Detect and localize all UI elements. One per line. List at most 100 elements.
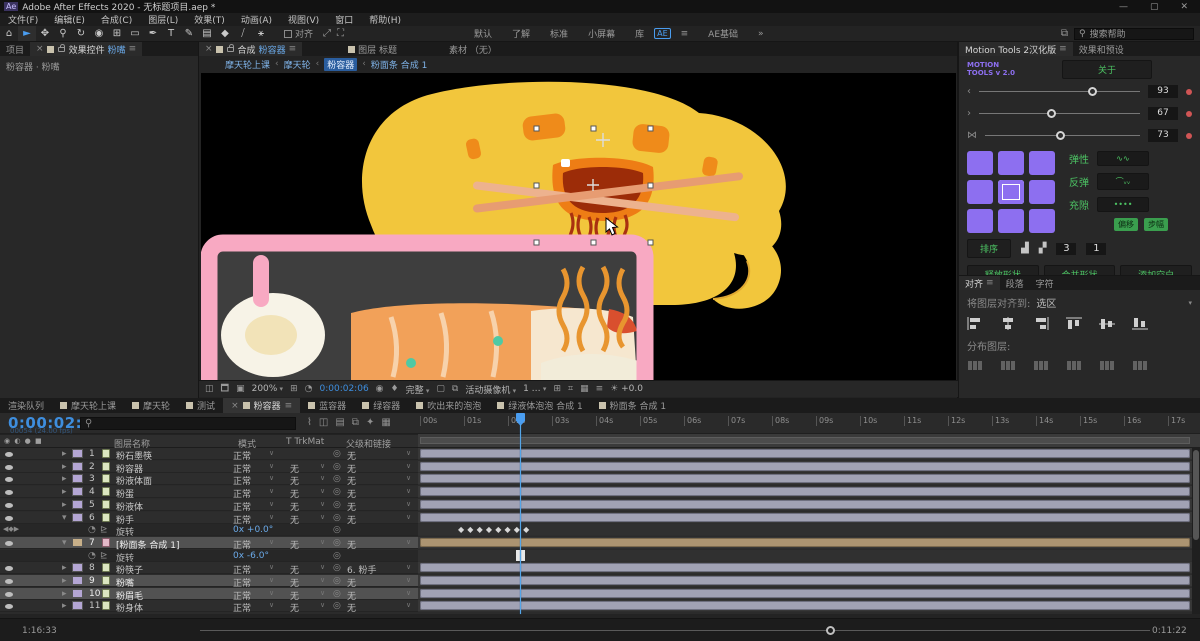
graph-row[interactable] [418, 600, 1200, 612]
playhead-line[interactable] [520, 424, 521, 614]
align-bottom-icon[interactable] [1132, 317, 1148, 330]
parent-dropdown[interactable]: 无 [347, 601, 356, 614]
pen-tool[interactable]: ✒ [144, 26, 162, 41]
graph-row[interactable] [418, 512, 1200, 524]
align-to-select[interactable]: 选区 ▾ [1036, 295, 1192, 310]
property-value[interactable]: 0x -6.0° [233, 551, 269, 561]
eye-icon[interactable] [5, 592, 13, 597]
layer-row-7[interactable]: ▾7[粉面条 合成 1]正常∨无∨◎无∨ [0, 537, 418, 549]
keyframe-nav[interactable]: ◀◆▶ [3, 525, 19, 533]
twirl-icon[interactable]: ▸ [62, 500, 67, 510]
timeline-tab-绿容器[interactable]: 绿容器 [354, 398, 408, 413]
tab-字符[interactable]: 字符 [1030, 276, 1060, 290]
pickwhip-icon[interactable]: ◎ [333, 538, 341, 548]
layer-row-4[interactable]: ▸4粉蛋正常∨无∨◎无∨ [0, 486, 418, 498]
timeline-toggle-icon-3[interactable]: ⧉ [352, 417, 359, 428]
graph-icon[interactable]: ⊵ [100, 551, 108, 561]
timeline-tab-粉面条 合成 1[interactable]: 粉面条 合成 1 [591, 398, 674, 413]
distribute-left-icon[interactable] [967, 359, 983, 372]
stride-button[interactable]: 步幅 [1144, 218, 1168, 231]
breadcrumb-摩天轮[interactable]: 摩天轮 [284, 58, 311, 71]
graph-row[interactable] [418, 575, 1200, 587]
workspace-tab-标准[interactable]: 标准 [540, 27, 578, 40]
twirl-icon[interactable]: ▸ [62, 449, 67, 459]
twirl-icon[interactable]: ▸ [62, 487, 67, 497]
slider-knob-2[interactable] [1056, 131, 1065, 140]
exposure-value[interactable]: ☀ +0.0 [610, 384, 643, 394]
breadcrumb-粉面条 合成 1[interactable]: 粉面条 合成 1 [371, 58, 427, 71]
pickwhip-icon[interactable]: ◎ [333, 563, 341, 573]
workspace-overflow[interactable]: » [748, 29, 774, 39]
workspace-tab-了解[interactable]: 了解 [502, 27, 540, 40]
ruler-icon[interactable]: ♦ [391, 384, 399, 394]
text-tool[interactable]: T [162, 26, 180, 41]
graph-row[interactable] [418, 588, 1200, 600]
snapshot-icon[interactable]: ◫ [205, 384, 214, 394]
align-hcenter-icon[interactable] [1000, 317, 1016, 330]
pickwhip-icon[interactable]: ◎ [333, 474, 341, 484]
duration-bar[interactable] [420, 487, 1190, 496]
about-button[interactable]: 关于 [1062, 60, 1152, 79]
stopwatch-icon[interactable]: ◔ [88, 551, 96, 561]
flowchart-icon[interactable]: ≡ [596, 384, 604, 394]
slider-track-2[interactable] [985, 135, 1140, 136]
eye-icon[interactable] [5, 579, 13, 584]
roto-brush-tool[interactable]: ⧸ [234, 26, 252, 41]
tab-project[interactable]: 项目 [0, 42, 30, 56]
breadcrumb-粉容器[interactable]: 粉容器 [324, 58, 357, 71]
pan-behind-tool[interactable]: ⊞ [108, 26, 126, 41]
label-color-swatch[interactable] [72, 500, 83, 509]
menu-视图(V)[interactable]: 视图(V) [280, 13, 327, 26]
align-top-icon[interactable] [1066, 317, 1082, 330]
timeline-tab-摩天轮上课[interactable]: 摩天轮上课 [52, 398, 124, 413]
panel-menu-icon[interactable]: ≡ [986, 278, 994, 288]
slider-value-2[interactable]: 73 [1148, 129, 1178, 142]
eye-icon[interactable] [5, 465, 13, 470]
duration-bar[interactable] [420, 576, 1190, 585]
anchor-cell-3[interactable] [967, 180, 993, 204]
duration-bar[interactable] [420, 500, 1190, 509]
shape-tool[interactable]: ▭ [126, 26, 144, 41]
layer-row-11[interactable]: ▸11粉身体正常∨无∨◎无∨ [0, 600, 418, 612]
gap-dots-icon[interactable]: •••• [1097, 197, 1149, 212]
time-ruler[interactable]: 00s01s02s03s04s05s06s07s08s09s10s11s12s1… [418, 413, 1200, 434]
graph-row[interactable] [418, 537, 1200, 549]
slider-track-0[interactable] [979, 91, 1140, 92]
anchor-cell-2[interactable] [1029, 151, 1055, 175]
keyframe-icon[interactable]: ◆ [495, 525, 501, 534]
distribute-hcenter-icon[interactable] [1000, 359, 1016, 372]
timeline-tab-渲染队列[interactable]: 渲染队列 [0, 398, 52, 413]
tab-对齐[interactable]: 对齐 ≡ [959, 276, 1000, 290]
camera-icon[interactable]: ◉ [376, 384, 384, 394]
panel-menu-icon[interactable]: ≡ [129, 44, 137, 54]
anchor-cell-1[interactable] [998, 151, 1024, 175]
help-search[interactable]: ⚲ 搜索帮助 [1074, 28, 1194, 40]
layer-row-1[interactable]: ▸1粉石墨筷正常∨◎无∨ [0, 448, 418, 460]
layer-row-8[interactable]: ▸8粉筷子正常∨无∨◎6. 粉手∨ [0, 562, 418, 574]
label-color-swatch[interactable] [72, 513, 83, 522]
slider-reset-dot-1[interactable] [1186, 111, 1192, 117]
anchor-cell-0[interactable] [967, 151, 993, 175]
hand-tool[interactable]: ✥ [36, 26, 54, 41]
panel-icon[interactable]: ⧉ [1061, 28, 1068, 39]
pickwhip-icon[interactable]: ◎ [333, 500, 341, 510]
duration-bar[interactable] [420, 449, 1190, 458]
eye-icon[interactable] [5, 452, 13, 457]
pickwhip-icon[interactable]: ◎ [333, 449, 341, 459]
layer-row-9[interactable]: ▸9粉嘴正常∨无∨◎无∨ [0, 575, 418, 587]
label-color-swatch[interactable] [72, 449, 83, 458]
layer-row-3[interactable]: ▸3粉液体面正常∨无∨◎无∨ [0, 473, 418, 485]
distribute-vcenter-icon[interactable] [1099, 359, 1115, 372]
duration-bar[interactable] [420, 563, 1190, 572]
workspace-tab-ae[interactable]: AE [654, 28, 671, 39]
timeline-tab-摩天轮[interactable]: 摩天轮 [124, 398, 178, 413]
layer-row-2[interactable]: ▸2粉容器正常∨无∨◎无∨ [0, 461, 418, 473]
eraser-tool[interactable]: ◆ [216, 26, 234, 41]
timeline-tab-测试[interactable]: 测试 [178, 398, 223, 413]
align-left-icon[interactable] [967, 317, 983, 330]
label-color-swatch[interactable] [72, 563, 83, 572]
menu-合成(C)[interactable]: 合成(C) [93, 13, 140, 26]
stopwatch-icon[interactable]: ◔ [88, 525, 96, 535]
layer-row-6[interactable]: ▾6粉手正常∨无∨◎无∨ [0, 512, 418, 524]
pickwhip-icon[interactable]: ◎ [333, 551, 341, 561]
